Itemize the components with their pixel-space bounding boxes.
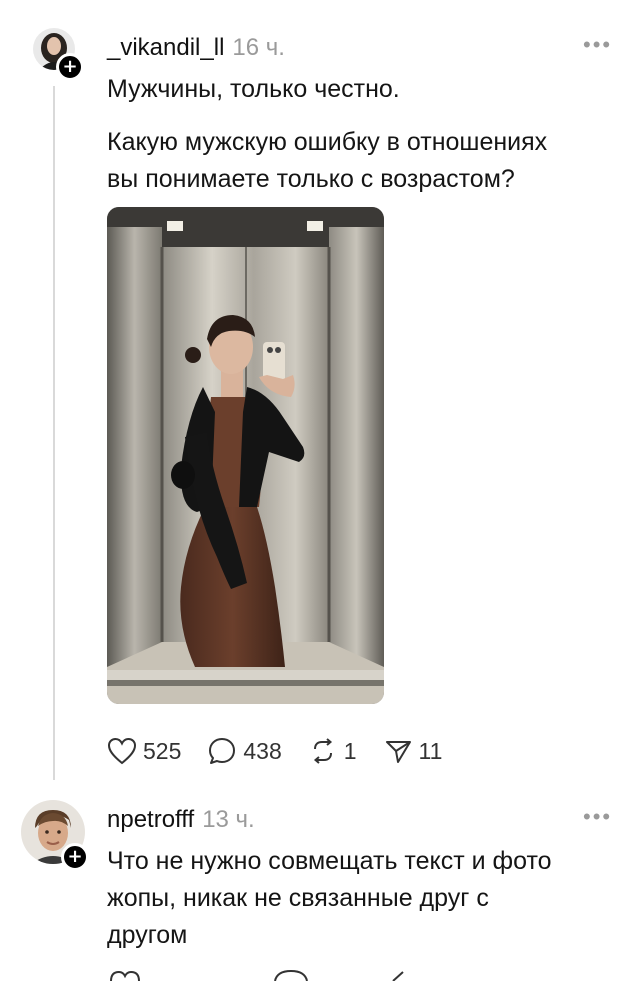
repost-icon xyxy=(308,736,338,766)
more-horizontal-icon[interactable]: ••• xyxy=(583,34,612,56)
follow-plus-icon[interactable]: + xyxy=(61,843,89,871)
repost-count: 1 xyxy=(343,737,357,764)
more-horizontal-icon[interactable]: ••• xyxy=(583,806,612,828)
repost-button[interactable]: 1 xyxy=(308,736,357,766)
reply-text: Что не нужно совмещать текст и фото жопы… xyxy=(107,843,617,954)
post-text: Мужчины, только честно. Какую мужскую ош… xyxy=(107,71,617,198)
reply-timestamp: 13 ч. xyxy=(202,806,255,833)
author-username[interactable]: _vikandil_ll xyxy=(107,34,224,62)
comment-button[interactable]: 438 xyxy=(207,736,282,766)
follow-plus-icon[interactable]: + xyxy=(56,53,84,81)
post-text-line: вы понимаете только с возрастом? xyxy=(107,165,515,193)
post-header: _vikandil_ll 16 ч. xyxy=(107,34,285,62)
reply-text-line: Что не нужно совмещать текст и фото xyxy=(107,847,552,875)
post-actions: 525 438 1 11 xyxy=(107,733,468,769)
reply-actions-partial xyxy=(107,968,427,986)
send-icon xyxy=(383,736,413,766)
comment-count: 438 xyxy=(243,737,282,764)
reply-text-line: другом xyxy=(107,921,188,949)
heart-icon xyxy=(107,737,137,765)
post-timestamp: 16 ч. xyxy=(232,34,285,61)
share-button[interactable]: 11 xyxy=(383,736,443,766)
thread-line xyxy=(53,86,55,780)
like-count: 525 xyxy=(143,737,182,764)
reply-username[interactable]: npetrofff xyxy=(107,806,194,834)
share-count: 11 xyxy=(418,737,443,764)
post-text-line: Мужчины, только честно. xyxy=(107,75,400,103)
reply-text-line: жопы, никак не связанные друг с xyxy=(107,884,489,912)
like-button[interactable]: 525 xyxy=(107,737,181,765)
post-text-line: Какую мужскую ошибку в отношениях xyxy=(107,128,548,156)
comment-bubble-icon xyxy=(207,736,237,766)
post-photo[interactable] xyxy=(107,207,384,704)
reply-header: npetrofff 13 ч. xyxy=(107,806,255,834)
